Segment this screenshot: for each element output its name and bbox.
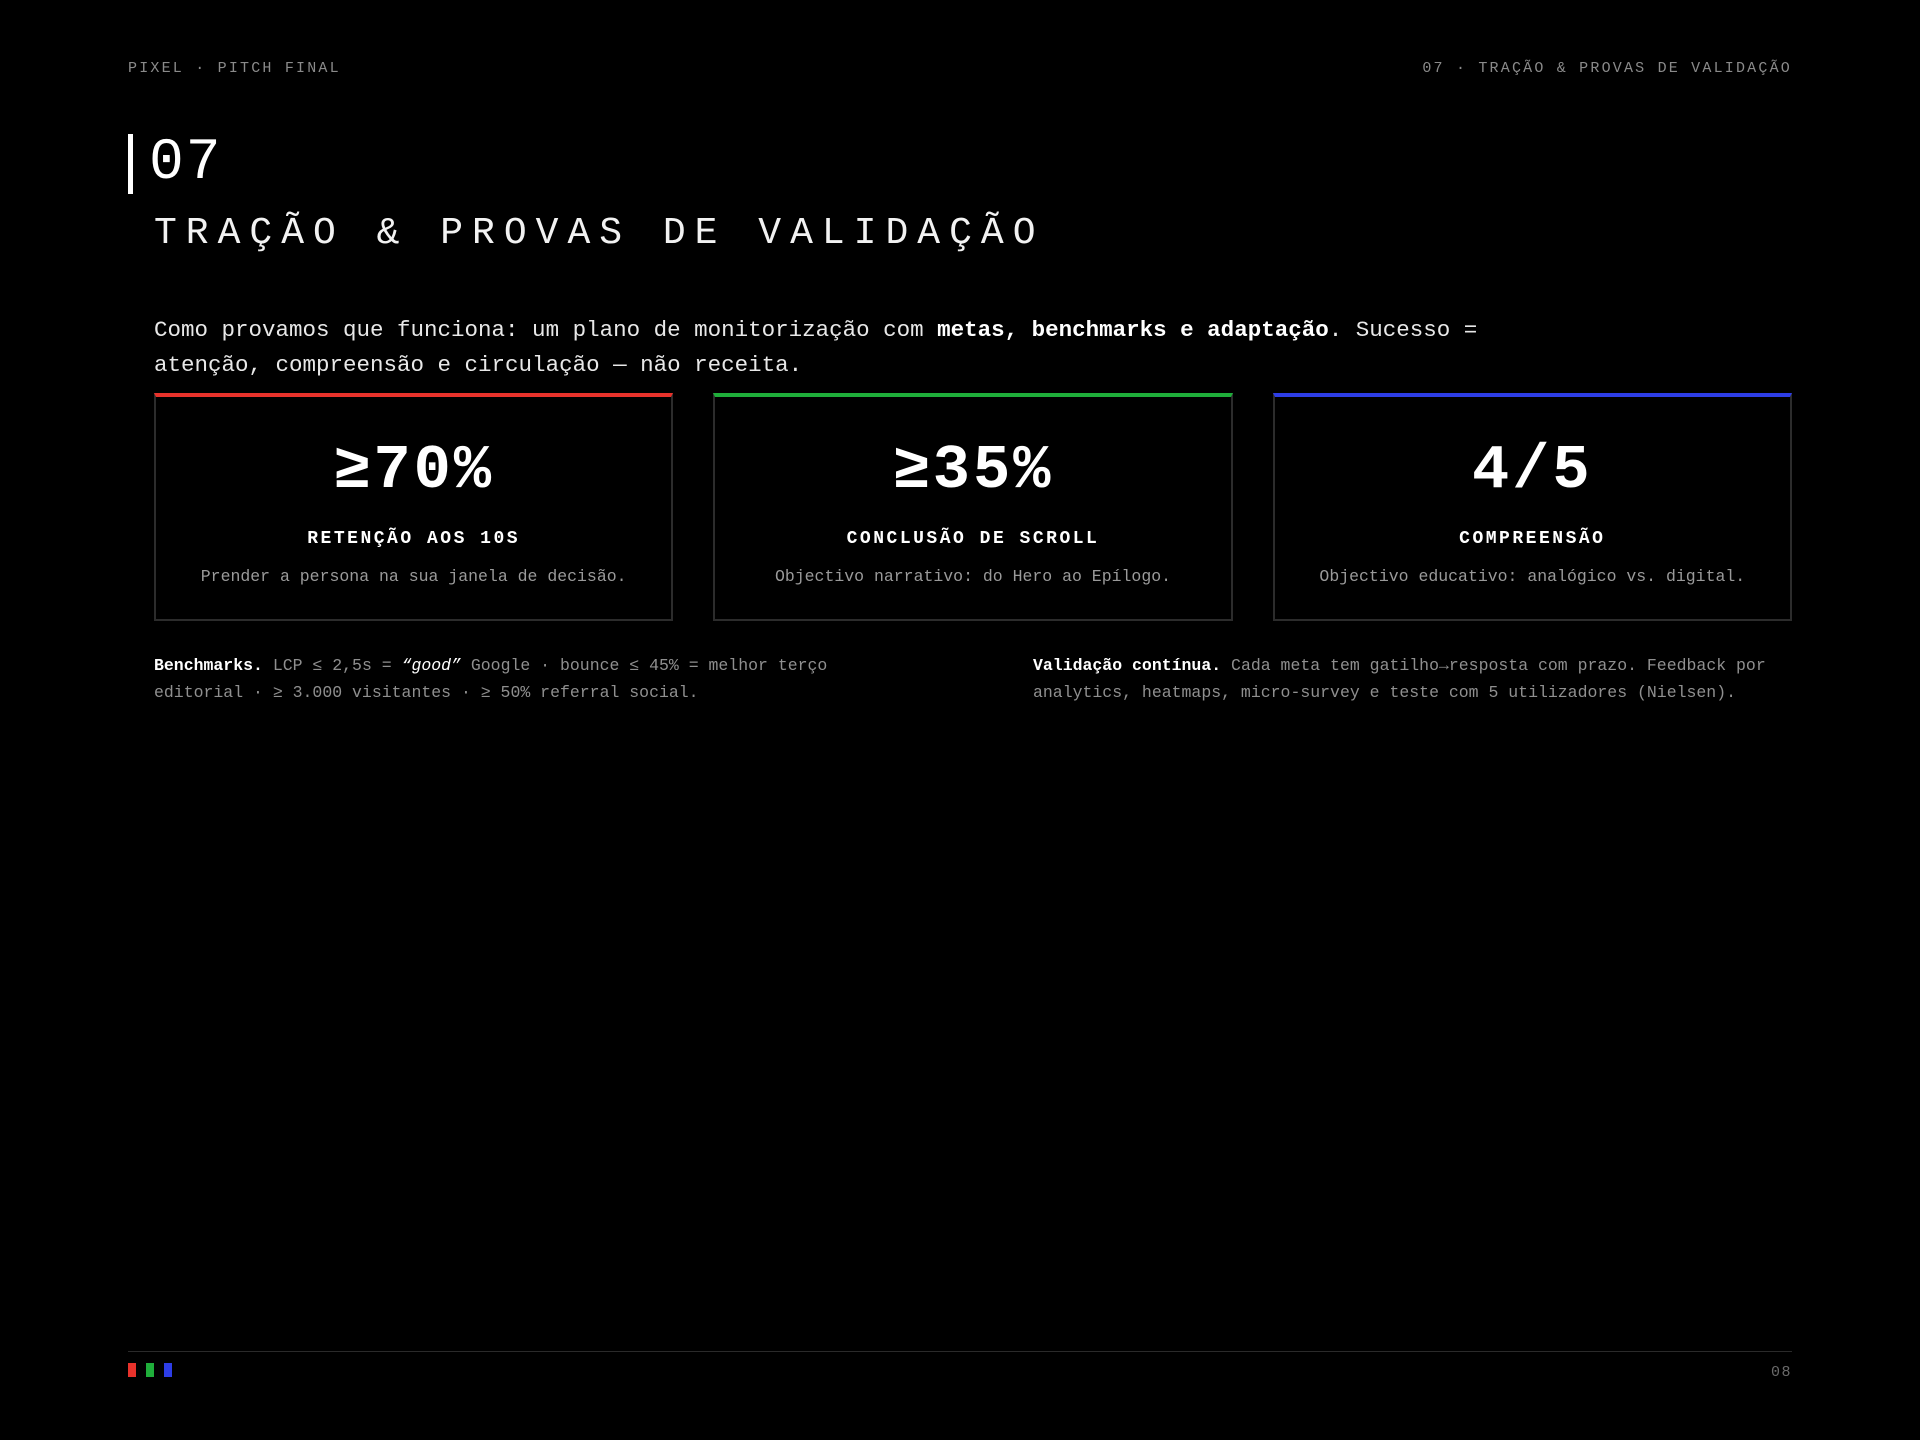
lead-text-start: Como provamos que funciona: um plano de … — [154, 316, 938, 343]
page-title: TRAÇÃO & PROVAS DE VALIDAÇÃO — [154, 212, 1045, 255]
red-swatch — [128, 1363, 136, 1377]
benchmarks-text: LCP ≤ 2,5s = — [262, 656, 402, 675]
metric-label: CONCLUSÃO DE SCROLL — [846, 529, 1100, 549]
footer-divider — [128, 1351, 1792, 1352]
metric-label: RETENÇÃO AOS 10S — [307, 529, 521, 549]
benchmarks-good: “good” — [401, 656, 461, 675]
lead-paragraph: Como provamos que funciona: um plano de … — [154, 313, 1594, 383]
page-number: 08 — [1770, 1364, 1792, 1381]
metric-value: ≥35% — [892, 435, 1054, 506]
deck-title: PIXEL · PITCH FINAL — [128, 60, 341, 77]
top-bar: PIXEL · PITCH FINAL 07 · TRAÇÃO & PROVAS… — [128, 60, 1792, 77]
metric-card-scroll: ≥35% CONCLUSÃO DE SCROLL Objectivo narra… — [713, 393, 1233, 621]
benchmarks-title: Benchmarks. — [154, 656, 263, 675]
metric-description: Objectivo educativo: analógico vs. digit… — [1319, 567, 1746, 586]
benchmarks-note: Benchmarks. LCP ≤ 2,5s = “good” Google ·… — [154, 652, 913, 706]
blue-swatch — [164, 1363, 172, 1377]
metric-cards: ≥70% RETENÇÃO AOS 10S Prender a persona … — [154, 393, 1792, 621]
metric-value: 4/5 — [1472, 435, 1593, 506]
metric-card-comprehension: 4/5 COMPREENSÃO Objectivo educativo: ana… — [1272, 393, 1792, 621]
green-swatch — [146, 1363, 154, 1377]
lead-text-bold: metas, benchmarks e adaptação — [937, 316, 1329, 343]
metric-card-retention: ≥70% RETENÇÃO AOS 10S Prender a persona … — [154, 393, 674, 621]
metric-value: ≥70% — [333, 435, 495, 506]
section-number: 07 — [149, 131, 223, 196]
metric-description: Objectivo narrativo: do Hero ao Epílogo. — [774, 567, 1172, 586]
metric-description: Prender a persona na sua janela de decis… — [200, 567, 627, 586]
notes-row: Benchmarks. LCP ≤ 2,5s = “good” Google ·… — [154, 652, 1792, 706]
metric-label: COMPREENSÃO — [1459, 529, 1606, 549]
validation-title: Validação contínua. — [1033, 656, 1222, 675]
section-breadcrumb: 07 · TRAÇÃO & PROVAS DE VALIDAÇÃO — [1422, 60, 1792, 77]
validation-note: Validação contínua. Cada meta tem gatilh… — [1033, 652, 1792, 706]
section-number-block: 07 — [128, 134, 223, 194]
color-swatches — [128, 1363, 172, 1377]
